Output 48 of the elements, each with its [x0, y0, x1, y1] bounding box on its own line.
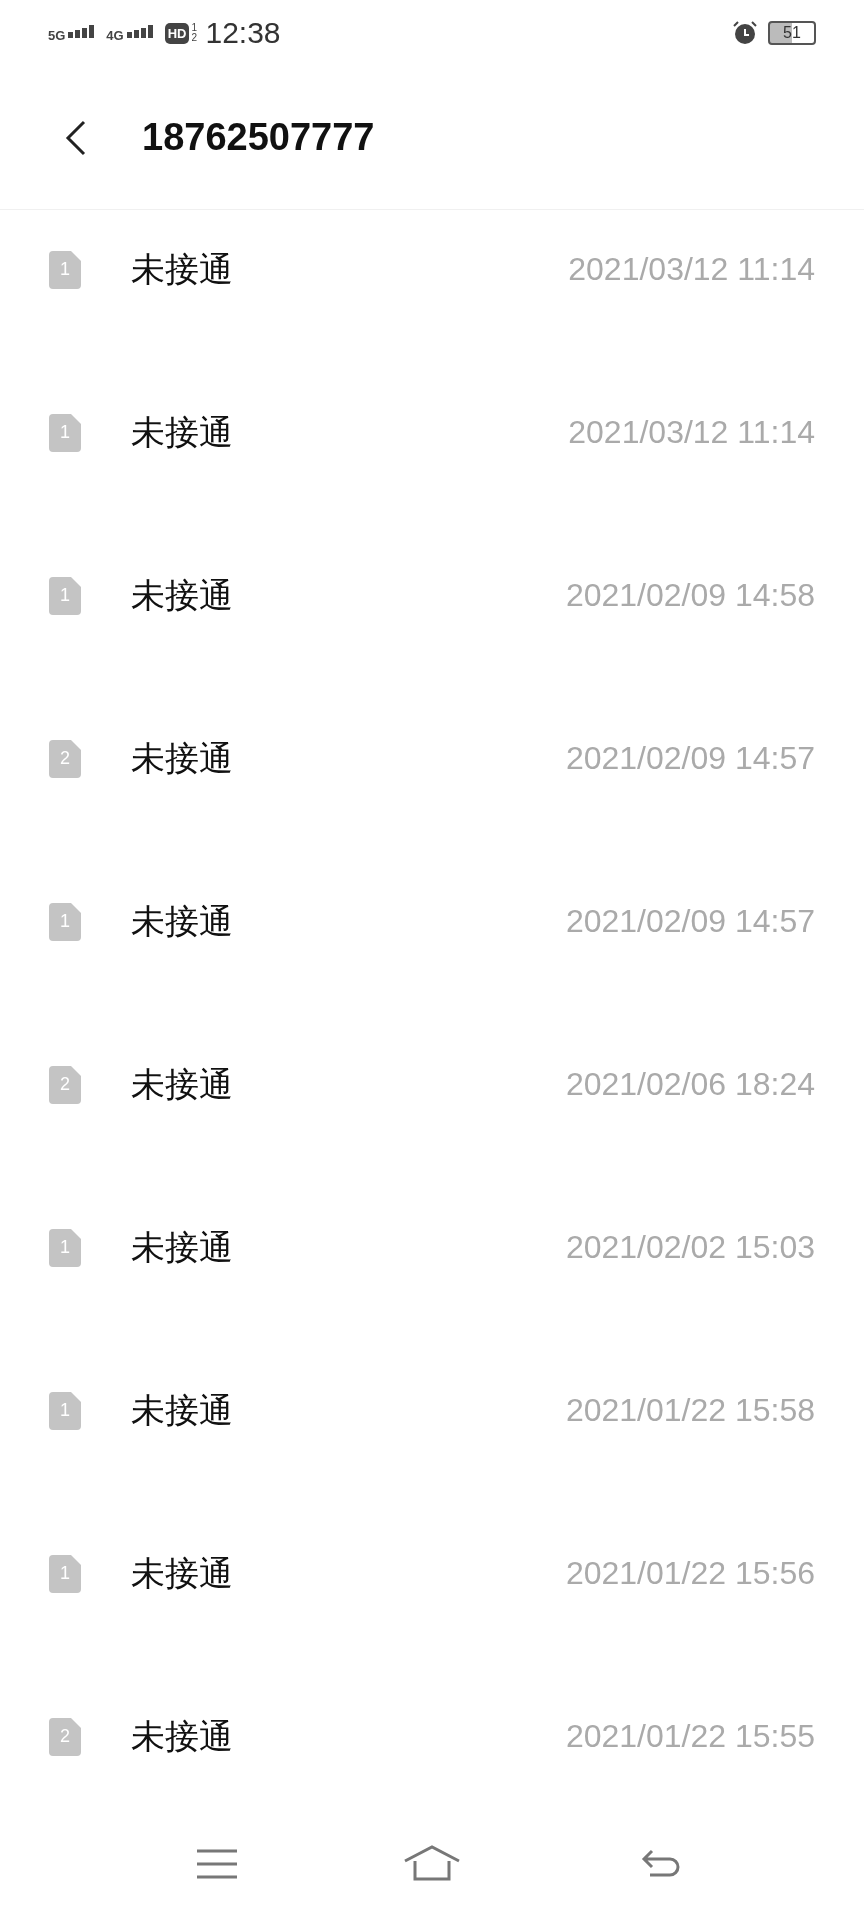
call-time: 2021/02/09 14:57: [565, 903, 815, 940]
call-row[interactable]: 1 未接通 2021/03/12 11:14: [0, 351, 864, 514]
call-time: 2021/02/09 14:58: [565, 577, 815, 614]
call-row[interactable]: 1 未接通 2021/01/22 15:56: [0, 1492, 864, 1655]
call-status: 未接通: [131, 1715, 233, 1757]
call-status: 未接通: [131, 1389, 233, 1431]
call-time: 2021/01/22 15:55: [565, 1718, 815, 1755]
sim-badge: 2: [49, 1717, 81, 1756]
page-title: 18762507777: [142, 116, 375, 159]
sim-badge: 1: [49, 1554, 81, 1593]
sim-badge: 2: [49, 739, 81, 778]
alarm-icon: [732, 20, 758, 46]
clock: 12:38: [205, 16, 281, 50]
call-time: 2021/01/22 15:56: [565, 1555, 815, 1592]
call-row[interactable]: 1 未接通 2021/02/09 14:57: [0, 840, 864, 1003]
sim-badge: 1: [49, 1391, 81, 1430]
call-time: 2021/03/12 11:14: [568, 251, 815, 288]
call-row[interactable]: 1 未接通 2021/01/22 15:58: [0, 1329, 864, 1492]
call-time: 2021/01/22 15:58: [565, 1392, 815, 1429]
sim-badge: 1: [49, 576, 81, 615]
call-status: 未接通: [131, 900, 233, 942]
call-time: 2021/02/06 18:24: [565, 1066, 815, 1103]
call-row[interactable]: 2 未接通 2021/01/22 15:55: [0, 1655, 864, 1818]
hd-slots: 1 2: [191, 23, 200, 43]
call-status: 未接通: [131, 411, 233, 453]
call-time: 2021/02/09 14:57: [565, 740, 815, 777]
sim-badge: 2: [49, 1065, 81, 1104]
call-row[interactable]: 2 未接通 2021/02/09 14:57: [0, 677, 864, 840]
sim-badge: 1: [49, 1228, 81, 1267]
call-status: 未接通: [131, 248, 233, 290]
battery-indicator: 51: [768, 21, 816, 45]
hd-label: HD: [164, 22, 190, 44]
call-row[interactable]: 1 未接通 2021/02/02 15:03: [0, 1166, 864, 1329]
network-label: 5G: [48, 29, 66, 42]
call-status: 未接通: [131, 737, 233, 779]
call-status: 未接通: [131, 1552, 233, 1594]
call-time: 2021/03/12 11:14: [568, 414, 815, 451]
sim-badge: 1: [49, 902, 81, 941]
sim-badge: 1: [49, 413, 81, 452]
call-status: 未接通: [131, 1063, 233, 1105]
network-label: 4G: [106, 29, 124, 42]
call-status: 未接通: [131, 1226, 233, 1268]
call-time: 2021/02/02 15:03: [565, 1229, 815, 1266]
call-row[interactable]: 1 未接通 2021/02/09 14:58: [0, 514, 864, 677]
call-row[interactable]: 2 未接通 2021/02/06 18:24: [0, 1003, 864, 1166]
sim-badge: 1: [49, 250, 81, 289]
call-status: 未接通: [131, 574, 233, 616]
call-row[interactable]: 1 未接通 2021/03/12 11:14: [0, 188, 864, 351]
